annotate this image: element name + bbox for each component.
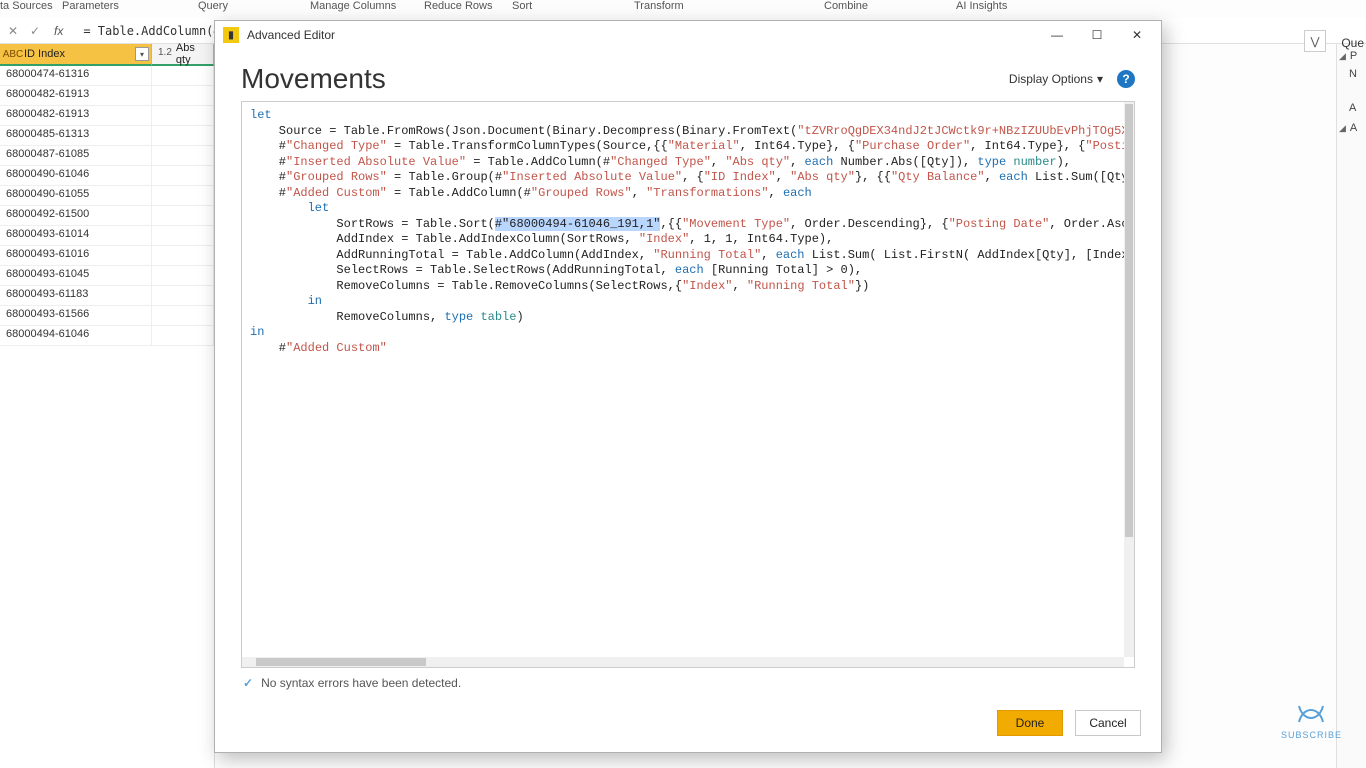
query-name[interactable]: Movements	[241, 63, 386, 95]
dialog-titlebar: Advanced Editor — ☐ ✕	[215, 21, 1161, 49]
syntax-status: ✓ No syntax errors have been detected.	[241, 668, 1135, 696]
code-editor[interactable]: let Source = Table.FromRows(Json.Documen…	[241, 101, 1135, 668]
help-icon[interactable]: ?	[1117, 70, 1135, 88]
display-options-dropdown[interactable]: Display Options▾	[1009, 72, 1103, 86]
check-icon: ✓	[243, 676, 253, 690]
vertical-scrollbar[interactable]	[1124, 102, 1134, 657]
done-button[interactable]: Done	[997, 710, 1063, 736]
horizontal-scrollbar[interactable]	[242, 657, 1124, 667]
dialog-title: Advanced Editor	[247, 28, 1037, 42]
maximize-button[interactable]: ☐	[1077, 23, 1117, 47]
cancel-button[interactable]: Cancel	[1075, 710, 1141, 736]
chevron-down-icon: ▾	[1097, 72, 1103, 86]
minimize-button[interactable]: —	[1037, 23, 1077, 47]
advanced-editor-dialog: Advanced Editor — ☐ ✕ Movements Display …	[214, 20, 1162, 753]
app-icon	[223, 27, 239, 43]
close-button[interactable]: ✕	[1117, 23, 1157, 47]
